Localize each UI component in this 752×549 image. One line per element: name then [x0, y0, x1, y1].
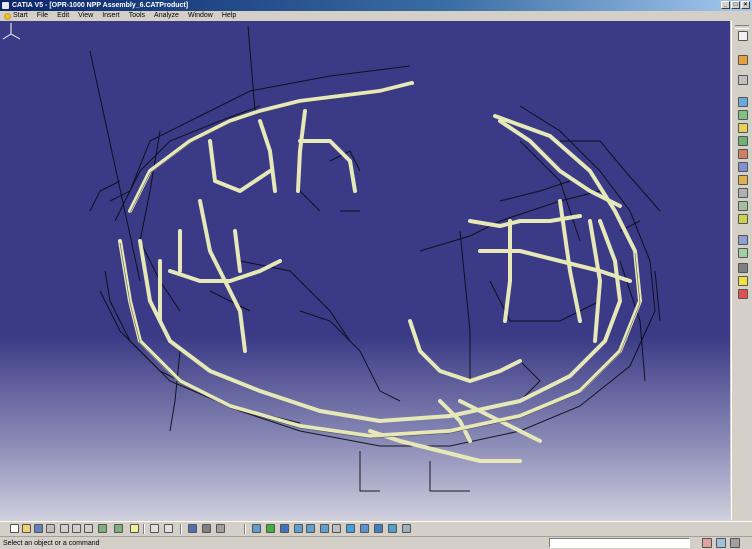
formula-icon[interactable] — [150, 524, 159, 533]
apply-material-icon[interactable] — [216, 524, 225, 533]
comment-icon[interactable] — [164, 524, 173, 533]
start-icon — [4, 12, 11, 20]
multi-view-icon[interactable] — [388, 524, 397, 533]
piping-model — [89, 25, 661, 492]
fast-multi-instantiation-icon[interactable] — [738, 235, 748, 245]
multi-instantiation-icon[interactable] — [738, 214, 748, 224]
replace-icon[interactable] — [738, 149, 748, 159]
title-bar: CATIA V5 - [OPR-1000 NPP Assembly_6.CATP… — [0, 0, 752, 11]
generate-numbering-icon[interactable] — [738, 175, 748, 185]
catia-app-icon — [2, 2, 9, 9]
select-arrow-icon[interactable] — [738, 31, 748, 41]
constraint-icon[interactable] — [738, 263, 748, 273]
redo-icon[interactable] — [114, 524, 123, 533]
catalog-browser-icon[interactable] — [188, 524, 197, 533]
manage-representations-icon[interactable] — [738, 201, 748, 211]
shading-icon[interactable] — [346, 524, 355, 533]
component-icon[interactable] — [738, 110, 748, 120]
iso-view-icon[interactable] — [332, 524, 341, 533]
toolbar-separator — [143, 524, 145, 534]
normal-view-icon[interactable] — [320, 524, 329, 533]
catalog-icon[interactable] — [738, 75, 748, 85]
status-message: Select an object or a command — [3, 540, 100, 547]
product-icon[interactable] — [738, 97, 748, 107]
window-controls: _ □ × — [721, 1, 750, 9]
right-toolbar — [731, 21, 752, 520]
delete-icon[interactable] — [738, 289, 748, 299]
bottom-toolbar — [0, 521, 752, 535]
menu-help[interactable]: Help — [218, 11, 240, 21]
zoom-in-icon[interactable] — [294, 524, 303, 533]
hide-show-icon[interactable] — [360, 524, 369, 533]
open-icon[interactable] — [22, 524, 31, 533]
toolbar-separator — [180, 524, 182, 534]
menu-file[interactable]: File — [33, 11, 52, 21]
minimize-button[interactable]: _ — [721, 1, 730, 9]
macro-icon[interactable] — [730, 538, 740, 548]
measure-icon[interactable] — [202, 524, 211, 533]
cut-icon[interactable] — [60, 524, 69, 533]
rotate-icon[interactable] — [280, 524, 289, 533]
menu-view[interactable]: View — [74, 11, 97, 21]
swap-space-icon[interactable] — [374, 524, 383, 533]
graph-tree-icon[interactable] — [738, 162, 748, 172]
selective-load-icon[interactable] — [738, 188, 748, 198]
existing-component-icon[interactable] — [738, 136, 748, 146]
maximize-button[interactable]: □ — [731, 1, 740, 9]
bulb-icon[interactable] — [738, 276, 748, 286]
fit-all-icon[interactable] — [252, 524, 261, 533]
menu-edit[interactable]: Edit — [53, 11, 73, 21]
toolbar-separator — [244, 524, 246, 534]
undo-icon[interactable] — [98, 524, 107, 533]
menu-analyze[interactable]: Analyze — [150, 11, 183, 21]
compass-axis-icon — [2, 23, 21, 40]
menu-start[interactable]: Start — [3, 11, 32, 21]
new-icon[interactable] — [10, 524, 19, 533]
zoom-out-icon[interactable] — [306, 524, 315, 533]
stop-icon[interactable] — [716, 538, 726, 548]
whats-this-icon[interactable] — [130, 524, 139, 533]
menu-tools[interactable]: Tools — [125, 11, 149, 21]
3d-viewport[interactable] — [0, 21, 730, 520]
menu-window[interactable]: Window — [184, 11, 217, 21]
power-input-icon[interactable] — [702, 538, 712, 548]
save-icon[interactable] — [34, 524, 43, 533]
toolbar-handle[interactable] — [735, 25, 749, 29]
paste-icon[interactable] — [84, 524, 93, 533]
fly-mode-icon[interactable] — [738, 55, 748, 65]
copy-icon[interactable] — [72, 524, 81, 533]
command-input[interactable] — [549, 538, 690, 548]
menu-insert[interactable]: Insert — [98, 11, 124, 21]
window-title: CATIA V5 - [OPR-1000 NPP Assembly_6.CATP… — [12, 2, 189, 9]
pan-icon[interactable] — [266, 524, 275, 533]
render-style-icon[interactable] — [402, 524, 411, 533]
menu-bar: Start File Edit View Insert Tools Analyz… — [0, 11, 752, 21]
part-icon[interactable] — [738, 123, 748, 133]
status-bar: Select an object or a command — [0, 536, 752, 549]
close-button[interactable]: × — [741, 1, 750, 9]
print-icon[interactable] — [46, 524, 55, 533]
reorder-icon[interactable] — [738, 248, 748, 258]
